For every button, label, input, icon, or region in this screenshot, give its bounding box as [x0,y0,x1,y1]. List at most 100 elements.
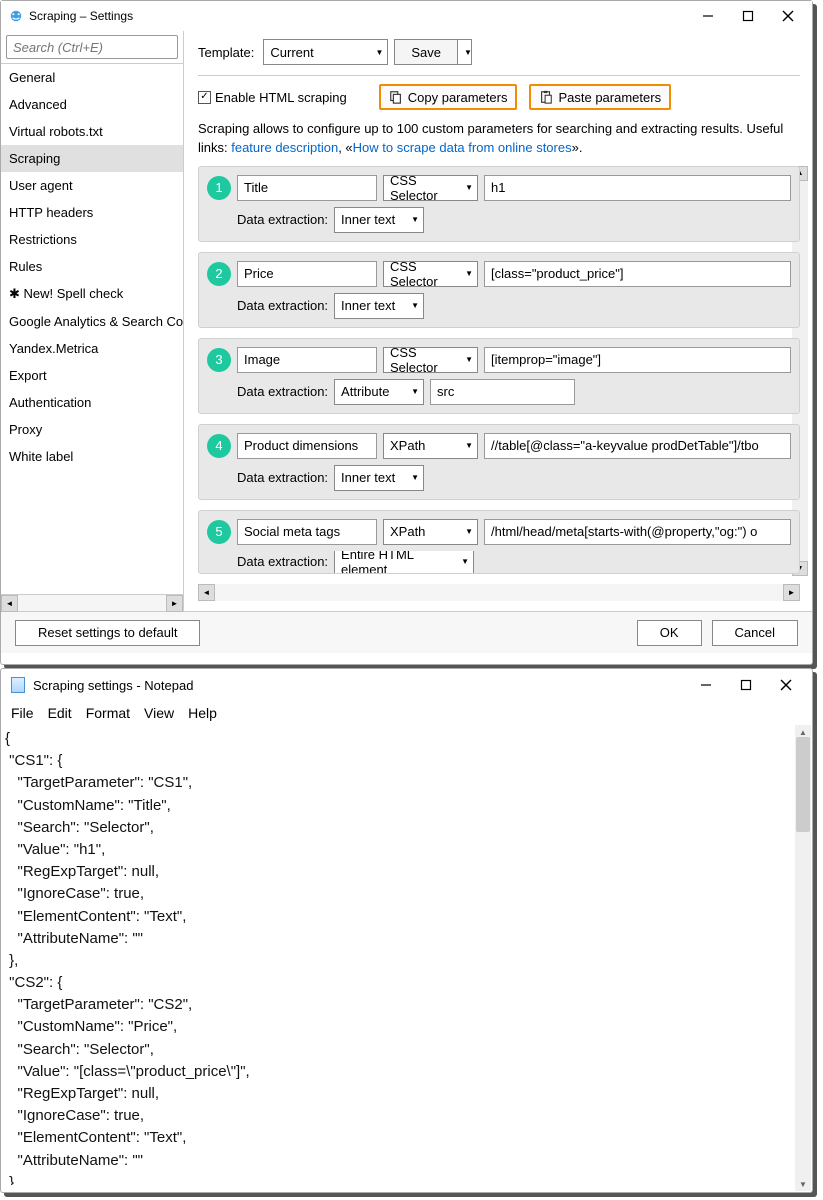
rule-number: 5 [207,520,231,544]
save-dropdown[interactable]: ▼ [458,39,472,65]
notepad-icon [11,677,25,693]
divider [198,75,800,76]
scroll-left-icon[interactable]: ◄ [1,595,18,612]
menu-item[interactable]: Help [188,705,217,721]
rule-number: 3 [207,348,231,372]
settings-window: Scraping – Settings GeneralAdvancedVirtu… [0,0,813,665]
sidebar-item[interactable]: Export [1,362,183,389]
menu-item[interactable]: Format [86,705,130,721]
scroll-right-icon[interactable]: ► [166,595,183,612]
close-button[interactable] [768,2,808,30]
data-extraction-label: Data extraction: [237,298,328,313]
search-input[interactable] [7,40,177,55]
paste-parameters-button[interactable]: Paste parameters [529,84,671,110]
footer: Reset settings to default OK Cancel [1,611,812,653]
minimize-button[interactable] [686,671,726,699]
save-label: Save [411,45,441,60]
rule-extract-select[interactable]: Inner text▼ [334,207,424,233]
rule-seltype-select[interactable]: XPath▼ [383,433,478,459]
sidebar-item[interactable]: Advanced [1,91,183,118]
cancel-button[interactable]: Cancel [712,620,798,646]
scroll-down-icon[interactable]: ▼ [795,1177,811,1191]
sidebar-item[interactable]: Scraping [1,145,183,172]
sidebar-item[interactable]: ✱ New! Spell check [1,280,183,308]
titlebar: Scraping – Settings [1,1,812,31]
sidebar-item[interactable]: Restrictions [1,226,183,253]
rule-seltype-select[interactable]: CSS Selector▼ [383,175,478,201]
rule-extract-select[interactable]: Inner text▼ [334,293,424,319]
rule-selector-input[interactable]: [class="product_price"] [484,261,791,287]
template-value: Current [270,45,313,60]
rule-name-input[interactable]: Price [237,261,377,287]
save-button[interactable]: Save [394,39,458,65]
rule-extract-select[interactable]: Inner text▼ [334,465,424,491]
reset-settings-button[interactable]: Reset settings to default [15,620,200,646]
minimize-button[interactable] [688,2,728,30]
rule-name-input[interactable]: Social meta tags [237,519,377,545]
sidebar-item[interactable]: Yandex.Metrica [1,335,183,362]
app-icon [9,9,23,23]
menu-item[interactable]: View [144,705,174,721]
template-label: Template: [198,45,254,60]
rule-seltype-select[interactable]: CSS Selector▼ [383,347,478,373]
menu-item[interactable]: Edit [48,705,72,721]
sidebar-item[interactable]: Google Analytics & Search Co [1,308,183,335]
window-title: Scraping – Settings [29,9,688,23]
paste-icon [539,90,553,104]
sidebar-item[interactable]: White label [1,443,183,470]
sidebar-item[interactable]: Proxy [1,416,183,443]
rule-selector-input[interactable]: /html/head/meta[starts-with(@property,"o… [484,519,791,545]
rule-attr-input[interactable]: src [430,379,575,405]
sidebar-item[interactable]: HTTP headers [1,199,183,226]
sidebar-item[interactable]: General [1,64,183,91]
content-pane: Template: Current ▼ Save ▼ ✓ Enable HTML … [184,31,812,611]
minimize-icon [701,9,715,23]
rule-extract-select[interactable]: Attribute▼ [334,379,424,405]
notepad-v-scrollbar[interactable]: ▲ ▼ [795,725,811,1191]
feature-description-link[interactable]: feature description [231,140,338,155]
rule-number: 4 [207,434,231,458]
rules-h-scrollbar[interactable]: ◄ ► [198,584,800,601]
ok-button[interactable]: OK [637,620,702,646]
rule-name-input[interactable]: Title [237,175,377,201]
template-select[interactable]: Current ▼ [263,39,388,65]
scroll-left-icon[interactable]: ◄ [198,584,215,601]
rule-selector-input[interactable]: //table[@class="a-keyvalue prodDetTable"… [484,433,791,459]
copy-parameters-button[interactable]: Copy parameters [379,84,518,110]
scroll-thumb[interactable] [796,737,810,832]
rule-extract-select[interactable]: Entire HTML element▼ [334,551,474,573]
sidebar-item[interactable]: Virtual robots.txt [1,118,183,145]
sidebar-h-scrollbar[interactable]: ◄ ► [1,594,183,611]
rule-selector-input[interactable]: h1 [484,175,791,201]
sidebar-item[interactable]: User agent [1,172,183,199]
description-text: Scraping allows to configure up to 100 c… [198,120,800,158]
maximize-button[interactable] [728,2,768,30]
sidebar-item[interactable]: Authentication [1,389,183,416]
notepad-body[interactable]: { "CS1": { "TargetParameter": "CS1", "Cu… [1,725,812,1185]
close-icon [779,678,793,692]
rule-name-input[interactable]: Product dimensions [237,433,377,459]
rule-number: 1 [207,176,231,200]
copy-icon [389,90,403,104]
rule-selector-input[interactable]: [itemprop="image"] [484,347,791,373]
rule-seltype-select[interactable]: CSS Selector▼ [383,261,478,287]
notepad-window: Scraping settings - Notepad File Edit Form… [0,668,813,1193]
maximize-button[interactable] [726,671,766,699]
chevron-down-icon: ▼ [375,48,383,57]
close-button[interactable] [766,671,806,699]
rule-name-input[interactable]: Image [237,347,377,373]
notepad-titlebar: Scraping settings - Notepad [1,669,812,701]
search-box[interactable] [6,35,178,59]
rule-number: 2 [207,262,231,286]
rule-block: 2 Price CSS Selector▼ [class="product_pr… [198,252,800,328]
sidebar-list: GeneralAdvancedVirtual robots.txtScrapin… [1,63,183,594]
data-extraction-label: Data extraction: [237,384,328,399]
menu-item[interactable]: File [11,705,34,721]
notepad-title: Scraping settings - Notepad [33,678,686,693]
maximize-icon [741,9,755,23]
enable-scraping-checkbox[interactable]: ✓ Enable HTML scraping [198,90,347,105]
sidebar-item[interactable]: Rules [1,253,183,280]
rule-seltype-select[interactable]: XPath▼ [383,519,478,545]
maximize-icon [739,678,753,692]
howto-link[interactable]: How to scrape data from online stores [353,140,572,155]
